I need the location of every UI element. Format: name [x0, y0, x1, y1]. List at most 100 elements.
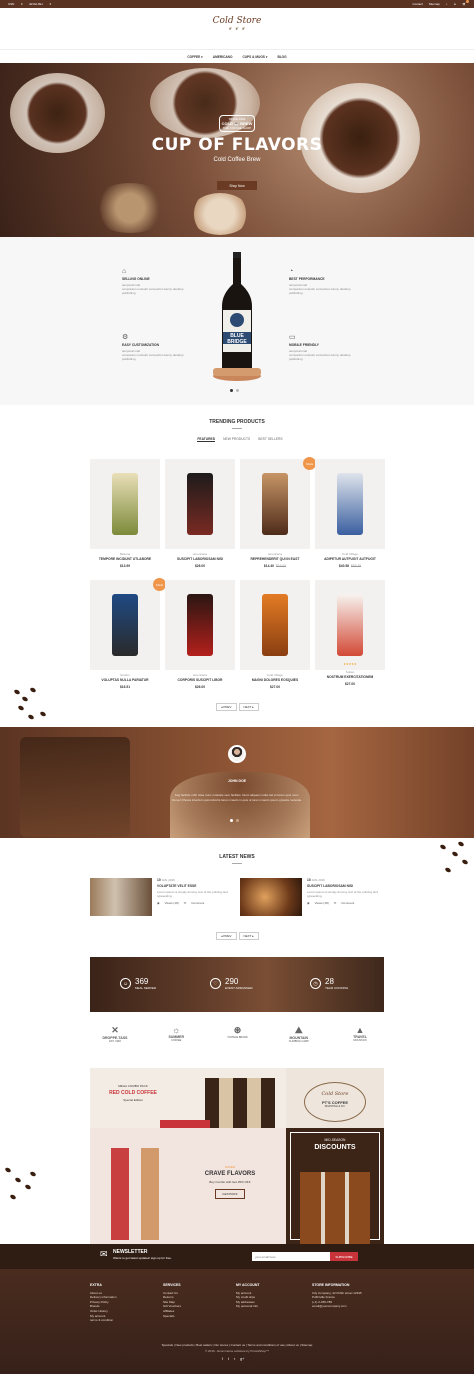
product-name[interactable]: SUSCIPIT LABORIOSAM NISI — [165, 557, 235, 561]
product-name[interactable]: REPREHENDERIT QUI IN EAST — [240, 557, 310, 561]
brand-logo[interactable]: ☼ SUMMER COFFEE — [156, 1025, 196, 1043]
product-image[interactable] — [165, 459, 235, 549]
promo-banner-store[interactable]: Cold Store PT'S COFFEE ROASTING & CO. — [286, 1068, 384, 1128]
site-logo[interactable]: Cold Store ❦ ❦ ❦ — [211, 16, 263, 44]
testimonial-dots — [230, 819, 239, 822]
cold-brew-cups-image — [160, 1120, 210, 1128]
next-button[interactable]: NEXT ▸ — [238, 932, 259, 940]
cart-icon[interactable]: 🛒︎ — [462, 0, 469, 6]
stat-number: 369 — [135, 977, 149, 986]
footer-link[interactable]: Specials — [163, 1314, 181, 1319]
product-image[interactable] — [315, 580, 385, 670]
slider-dot[interactable] — [236, 389, 239, 392]
social-links: f t r g+ — [222, 1357, 244, 1361]
product-image[interactable] — [90, 459, 160, 549]
avatar — [228, 745, 246, 763]
currency-select[interactable]: USD ▾ — [8, 2, 23, 6]
promo-banner-discounts[interactable]: MID-SEASON DISCOUNTS — [286, 1128, 384, 1244]
slider-dot-active[interactable] — [230, 389, 233, 392]
price-current: $26.00 — [194, 564, 206, 568]
tab-featured[interactable]: FEATURED — [197, 437, 216, 442]
facebook-icon[interactable]: f — [222, 1357, 223, 1361]
product-name[interactable]: ADIPETUR AUTFUGIT AUTFUGIT — [315, 557, 385, 561]
newsletter-email-input[interactable] — [252, 1252, 330, 1261]
footer-link[interactable]: terms & condition — [90, 1318, 117, 1323]
news-views: Views (18) — [314, 901, 329, 905]
news-item[interactable]: 10 JAN, 2016 SUSCIPIT LABORIOSAM NISI Lo… — [240, 878, 390, 916]
tab-best-sellers[interactable]: BEST SELLERS — [258, 437, 282, 442]
user-icon[interactable]: ♙ — [453, 2, 456, 6]
prev-button[interactable]: ◂ PREV — [216, 703, 237, 711]
footer-link[interactable]: My personal info — [236, 1304, 260, 1309]
product-image[interactable]: SALE — [90, 578, 166, 670]
stat-events: ♡ 290 EVENT ARRANGED — [210, 977, 253, 990]
news-comment-link[interactable]: Comment — [191, 901, 204, 905]
brand-logo[interactable]: ⊛ VINTAGE BRAND — [218, 1025, 258, 1043]
footer-heading: EXTRA — [90, 1283, 102, 1287]
promo-sub: Special Edition — [123, 1098, 143, 1102]
promo-banner-crave[interactable]: OFFER CRAVE FLAVORS Buy Combo with Get 2… — [90, 1128, 286, 1244]
contact-link[interactable]: Contact — [412, 2, 422, 6]
bottle-label-line2: BRIDGE — [227, 339, 247, 345]
rss-icon[interactable]: r — [234, 1357, 235, 1361]
subscribe-button[interactable]: SUBSCRIBE — [330, 1252, 358, 1261]
product-image[interactable] — [240, 580, 310, 670]
news-image — [90, 878, 152, 916]
product-card[interactable]: americana CORPORIS SUSCIPIT LIBOR $26.00 — [165, 580, 235, 695]
stat-number: 290 — [225, 977, 239, 986]
feature-best-performance: ◔ BEST PERFORMANCE temporal mail compani… — [289, 268, 361, 295]
product-card[interactable]: americana SUSCIPIT LABORIOSAM NISI $26.0… — [165, 459, 235, 574]
slider-dot[interactable] — [236, 819, 239, 822]
sitemap-link[interactable]: Sitemap — [429, 2, 440, 6]
footer-link[interactable]: email@yourcompany.com — [312, 1304, 362, 1309]
stat-label: MEAL SERVED — [135, 986, 157, 990]
nav-americano[interactable]: AMERICANO — [213, 55, 233, 59]
nav-coffee[interactable]: COFFEE ▾ — [187, 55, 202, 59]
promo-code-button[interactable]: GET25OFF — [215, 1189, 245, 1199]
testimonial-name: JOHN DOE — [227, 779, 247, 783]
brand-sub: COFFEE — [171, 1039, 182, 1042]
product-brand: Beltona — [119, 552, 131, 556]
mountain-icon: ▲ — [355, 1025, 365, 1035]
nav-blog[interactable]: BLOG — [277, 55, 286, 59]
brand-logo[interactable]: ▲ TRAVEL MOUNTAIN — [340, 1025, 380, 1043]
footer-links[interactable]: Specials | New products | Best sellers |… — [0, 1343, 474, 1347]
currency-label: USD — [8, 2, 15, 6]
product-name[interactable]: VOLUPTAS NULLA PARIATUR — [90, 678, 160, 682]
news-title-link[interactable]: VOLUPTATE VELIT ESSE — [157, 884, 239, 888]
product-card[interactable]: SALE Sandro VOLUPTAS NULLA PARIATUR $16.… — [90, 578, 166, 695]
product-name[interactable]: NOSTRUM EXERCITATIONEM — [315, 675, 385, 679]
slider-dot[interactable] — [230, 819, 233, 822]
product-card[interactable]: Cold Village ADIPETUR AUTFUGIT AUTFUGIT … — [315, 459, 385, 574]
nav-cups-mugs[interactable]: CUPS & MUGS ▾ — [242, 55, 267, 59]
promo-banner-red-coffee[interactable]: MEGA COMBO PACK RED COLD COFFEE Special … — [90, 1068, 286, 1128]
product-name[interactable]: CORPORIS SUSCIPIT LIBOR — [165, 678, 235, 682]
product-image[interactable] — [315, 459, 385, 549]
product-image[interactable]: SALE — [240, 457, 316, 549]
product-card[interactable]: Beltona TEMPORE INCIDUNT UTLABORE $13.99 — [90, 459, 160, 574]
news-title-link[interactable]: SUSCIPIT LABORIOSAM NISI — [307, 884, 389, 888]
search-icon[interactable]: ⌕ — [446, 2, 448, 6]
product-name[interactable]: TEMPORE INCIDUNT UTLABORE — [90, 557, 160, 561]
product-card[interactable]: Cold Village MAGNI DOLORES EOSQUIES $27.… — [240, 580, 310, 695]
hero-badge: SINCE 1994 COLD ☕ BREW THE COFFEE SHOP — [219, 115, 255, 132]
product-card[interactable]: ★★★★★ Sultan NOSTRUM EXERCITATIONEM $27.… — [315, 580, 385, 695]
product-card[interactable]: SALE americana REPREHENDERIT QUI IN EAST… — [240, 457, 316, 574]
news-item[interactable]: 10 JAN, 2016 VOLUPTATE VELIT ESSE Lorem … — [90, 878, 240, 916]
news-image — [240, 878, 302, 916]
language-select[interactable]: ENGLISH ▾ — [30, 2, 52, 6]
mountain-icon: ⛰ — [294, 1025, 303, 1035]
google-plus-icon[interactable]: g+ — [240, 1357, 244, 1361]
prev-button[interactable]: ◂ PREV — [216, 932, 237, 940]
tab-new-products[interactable]: NEW PRODUCTS — [223, 437, 250, 442]
twitter-icon[interactable]: t — [228, 1357, 229, 1361]
next-button[interactable]: NEXT ▸ — [238, 703, 259, 711]
section-divider — [232, 428, 242, 429]
crossed-tools-icon: ✕ — [111, 1025, 119, 1035]
product-name[interactable]: MAGNI DOLORES EOSQUIES — [240, 678, 310, 682]
shop-now-button[interactable]: Shop Now — [217, 181, 257, 190]
brand-logo[interactable]: ⛰ MOUNTAIN CLIMBING CAMP — [279, 1025, 319, 1043]
news-comment-link[interactable]: Comment — [341, 901, 354, 905]
brand-logo[interactable]: ✕ DROPPE-TASS EST. 1983 — [95, 1025, 135, 1043]
product-image[interactable] — [165, 580, 235, 670]
